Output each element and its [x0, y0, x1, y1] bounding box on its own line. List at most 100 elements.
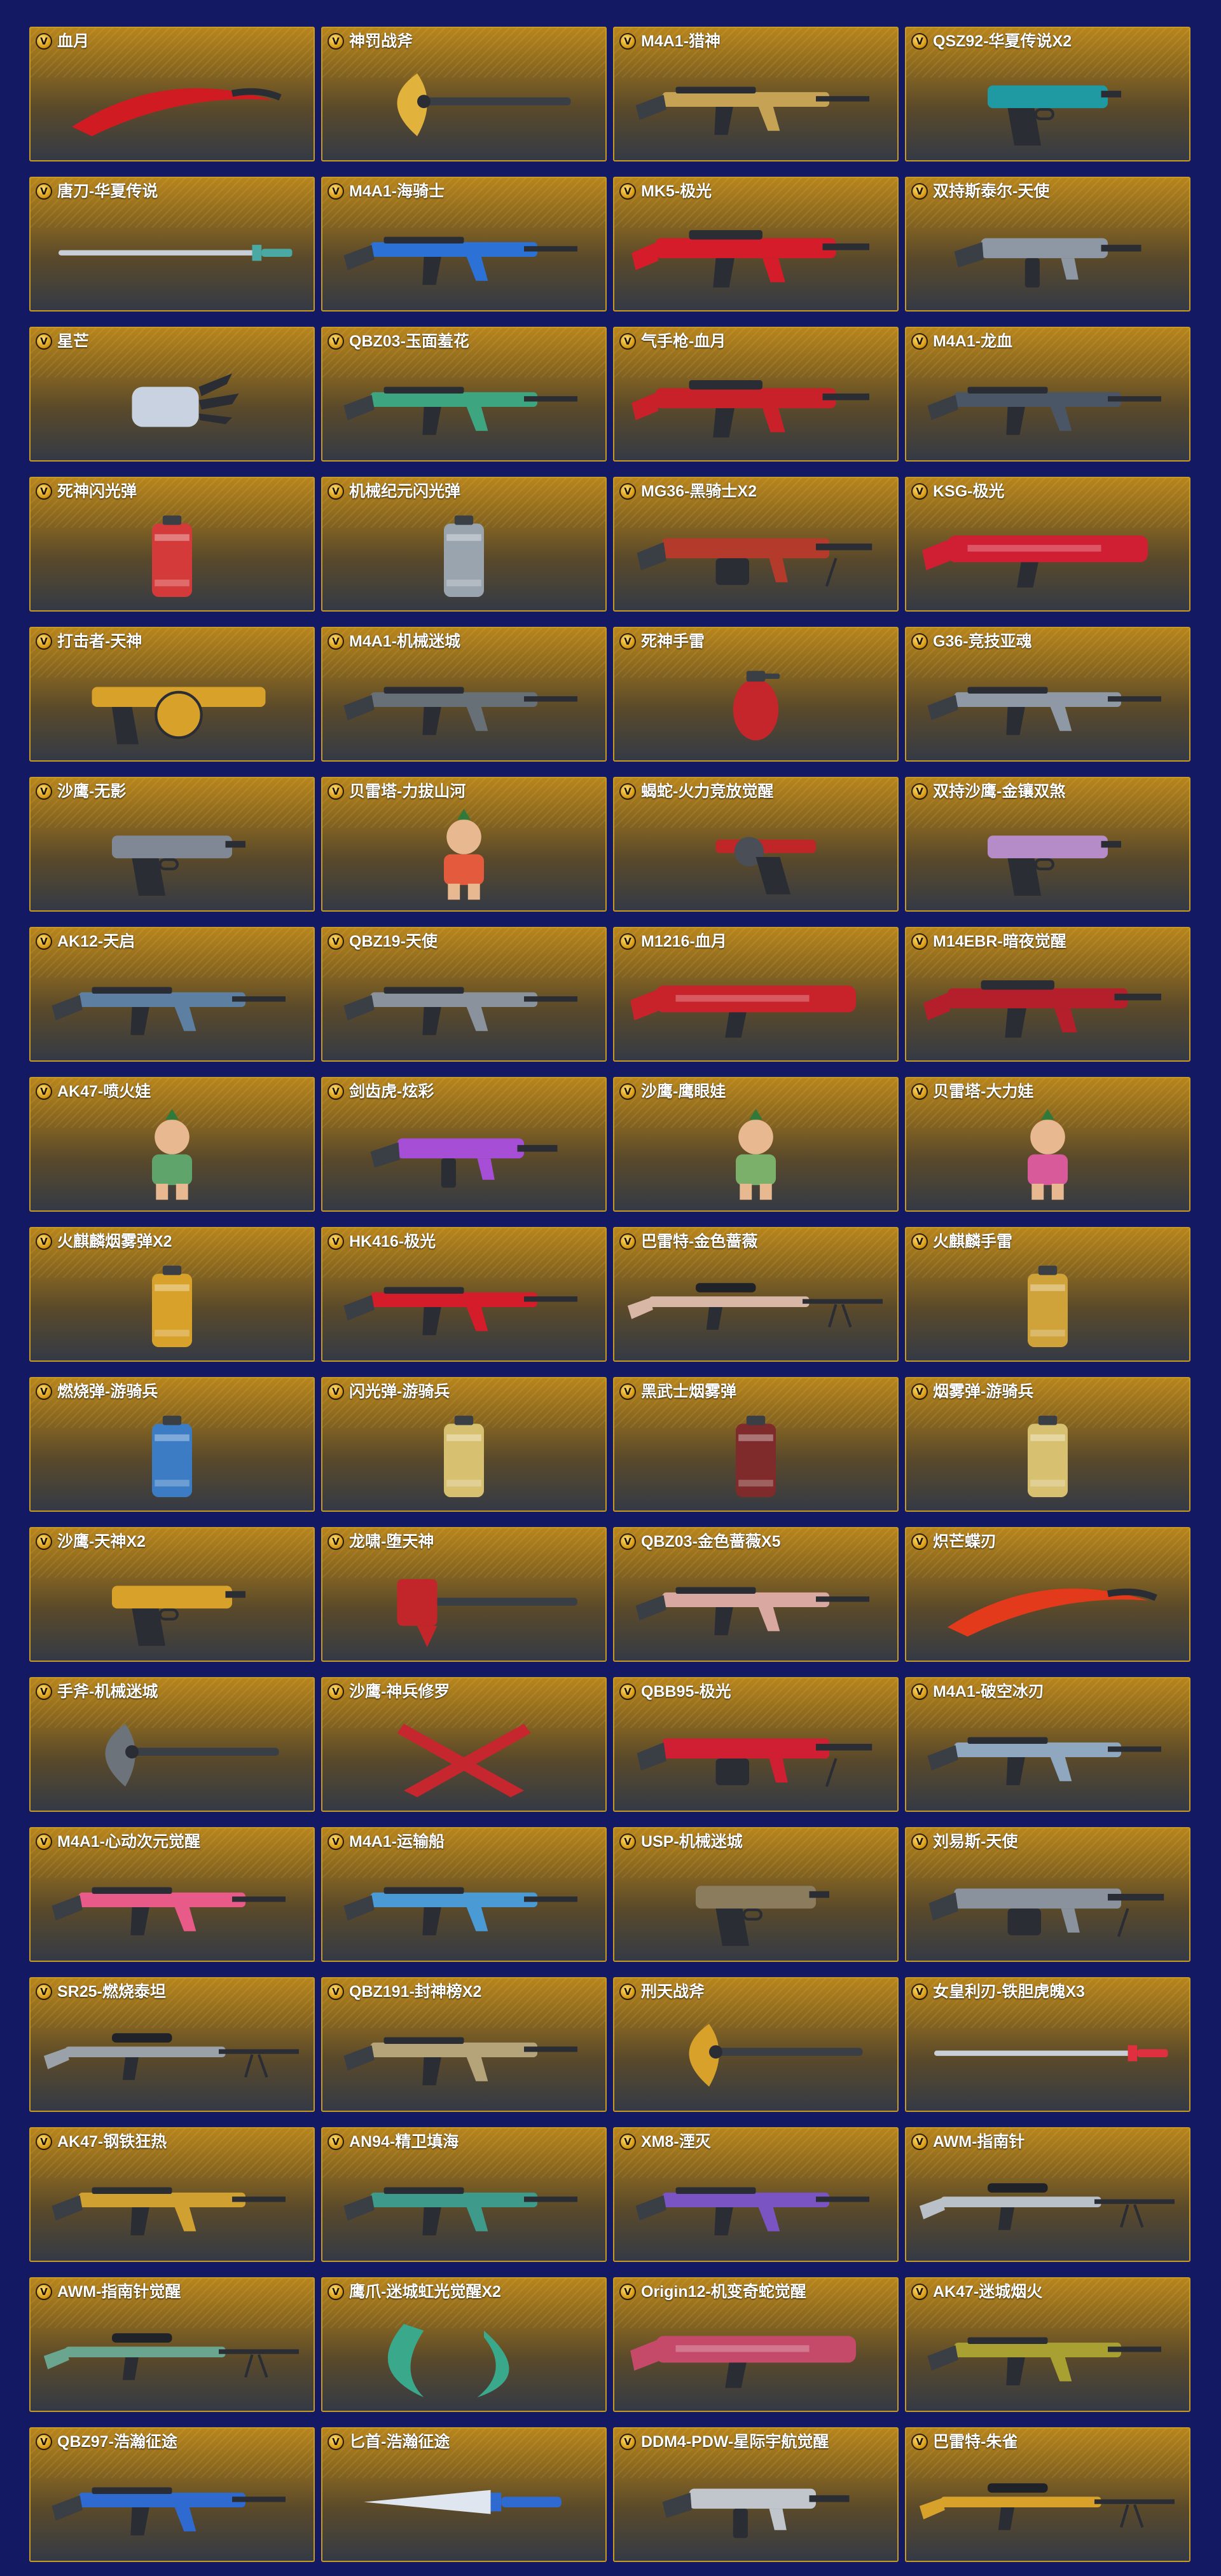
weapon-card[interactable]: V Origin12-机变奇蛇觉醒 [613, 2277, 899, 2412]
weapon-card[interactable]: V AWM-指南针 [905, 2127, 1190, 2262]
weapon-name: AK47-钢铁狂热 [57, 2133, 167, 2151]
weapon-card[interactable]: V 手斧-机械迷城 [29, 1677, 315, 1812]
weapon-card[interactable]: V 双持沙鹰-金镶双煞 [905, 777, 1190, 912]
weapon-card[interactable]: V M1216-血月 [613, 927, 899, 1062]
weapon-card[interactable]: V AK47-喷火娃 [29, 1077, 315, 1212]
drum-shotgun-icon [31, 654, 314, 760]
vip-badge-icon: V [619, 2434, 636, 2450]
weapon-card[interactable]: V 沙鹰-鹰眼娃 [613, 1077, 899, 1212]
weapon-name: 贝雷塔-大力娃 [933, 1083, 1034, 1100]
weapon-name: QSZ92-华夏传说X2 [933, 32, 1072, 50]
weapon-card[interactable]: V 机械纪元闪光弹 [321, 477, 607, 612]
weapon-card[interactable]: V 巴雷特-金色蔷薇 [613, 1227, 899, 1362]
weapon-name: MK5-极光 [641, 182, 712, 200]
vip-badge-icon: V [619, 1983, 636, 2000]
weapon-card[interactable]: V 女皇利刃-铁胆虎魄X3 [905, 1977, 1190, 2112]
smg-icon [614, 2454, 897, 2561]
vip-badge-icon: V [36, 1383, 52, 1400]
weapon-name: 双持沙鹰-金镶双煞 [933, 783, 1066, 800]
weapon-card[interactable]: V QBZ97-浩瀚征途 [29, 2427, 315, 2562]
weapon-card[interactable]: V 沙鹰-无影 [29, 777, 315, 912]
weapon-card[interactable]: V QBZ19-天使 [321, 927, 607, 1062]
weapon-card[interactable]: V 剑齿虎-炫彩 [321, 1077, 607, 1212]
weapon-card[interactable]: V 火麒麟烟雾弹X2 [29, 1227, 315, 1362]
weapon-card[interactable]: V 沙鹰-神兵修罗 [321, 1677, 607, 1812]
grenade-canister-icon [322, 1404, 605, 1511]
weapon-card[interactable]: V 蝎蛇-火力竞放觉醒 [613, 777, 899, 912]
weapon-card[interactable]: V 黑武士烟雾弹 [613, 1377, 899, 1512]
weapon-card[interactable]: V 打击者-天神 [29, 627, 315, 762]
vip-badge-icon: V [36, 333, 52, 350]
weapon-card[interactable]: V 死神手雷 [613, 627, 899, 762]
weapon-card[interactable]: V 炽芒蝶刃 [905, 1527, 1190, 1662]
weapon-card[interactable]: V M4A1-破空冰刃 [905, 1677, 1190, 1812]
weapon-card[interactable]: V 贝雷塔-大力娃 [905, 1077, 1190, 1212]
weapon-card[interactable]: V 闪光弹-游骑兵 [321, 1377, 607, 1512]
weapon-card[interactable]: V 鹰爪-迷城虹光觉醒X2 [321, 2277, 607, 2412]
sniper-rifle-icon [614, 1254, 897, 1360]
weapon-card[interactable]: V XM8-湮灭 [613, 2127, 899, 2262]
weapon-card[interactable]: V 烟雾弹-游骑兵 [905, 1377, 1190, 1512]
assault-rifle-icon [906, 353, 1189, 460]
weapon-card[interactable]: V 火麒麟手雷 [905, 1227, 1190, 1362]
weapon-card[interactable]: V 燃烧弹-游骑兵 [29, 1377, 315, 1512]
sniper-rifle-icon [31, 2304, 314, 2411]
weapon-card[interactable]: V M14EBR-暗夜觉醒 [905, 927, 1190, 1062]
weapon-card[interactable]: V 星芒 [29, 327, 315, 462]
curved-blade-icon [906, 1554, 1189, 1661]
weapon-card[interactable]: V AK12-天启 [29, 927, 315, 1062]
weapon-card[interactable]: V MK5-极光 [613, 177, 899, 312]
weapon-card[interactable]: V AK47-迷城烟火 [905, 2277, 1190, 2412]
weapon-card[interactable]: V 刘易斯-天使 [905, 1827, 1190, 1962]
weapon-card[interactable]: V QSZ92-华夏传说X2 [905, 27, 1190, 161]
card-header: V KSG-极光 [911, 483, 1184, 500]
weapon-card[interactable]: V 贝雷塔-力拔山河 [321, 777, 607, 912]
weapon-card[interactable]: V M4A1-运输船 [321, 1827, 607, 1962]
weapon-card[interactable]: V 神罚战斧 [321, 27, 607, 161]
vip-badge-icon: V [619, 783, 636, 800]
weapon-card[interactable]: V SR25-燃烧泰坦 [29, 1977, 315, 2112]
weapon-card[interactable]: V 双持斯泰尔-天使 [905, 177, 1190, 312]
card-header: V M4A1-猎神 [619, 33, 892, 50]
vip-badge-icon: V [328, 1233, 344, 1250]
weapon-card[interactable]: V 匕首-浩瀚征途 [321, 2427, 607, 2562]
weapon-card[interactable]: V M4A1-猎神 [613, 27, 899, 161]
weapon-card[interactable]: V HK416-极光 [321, 1227, 607, 1362]
weapon-card[interactable]: V 巴雷特-朱雀 [905, 2427, 1190, 2562]
pistol-icon [31, 1554, 314, 1661]
weapon-card[interactable]: V M4A1-机械迷城 [321, 627, 607, 762]
weapon-card[interactable]: V DDM4-PDW-星际宇航觉醒 [613, 2427, 899, 2562]
weapon-name: DDM4-PDW-星际宇航觉醒 [641, 2433, 829, 2451]
weapon-card[interactable]: V 死神闪光弹 [29, 477, 315, 612]
weapon-card[interactable]: V KSG-极光 [905, 477, 1190, 612]
weapon-card[interactable]: V M4A1-海骑士 [321, 177, 607, 312]
weapon-card[interactable]: V M4A1-龙血 [905, 327, 1190, 462]
grenade-canister-icon [31, 1404, 314, 1511]
weapon-card[interactable]: V AN94-精卫填海 [321, 2127, 607, 2262]
card-header: V QBZ19-天使 [328, 933, 600, 950]
weapon-name: 双持斯泰尔-天使 [933, 182, 1050, 200]
weapon-card[interactable]: V 气手枪-血月 [613, 327, 899, 462]
weapon-card[interactable]: V M4A1-心动次元觉醒 [29, 1827, 315, 1962]
weapon-card[interactable]: V USP-机械迷城 [613, 1827, 899, 1962]
weapon-card[interactable]: V AK47-钢铁狂热 [29, 2127, 315, 2262]
weapon-card[interactable]: V QBZ191-封神榜X2 [321, 1977, 607, 2112]
weapon-card[interactable]: V 龙啸-堕天神 [321, 1527, 607, 1662]
weapon-card[interactable]: V 沙鹰-天神X2 [29, 1527, 315, 1662]
vip-badge-icon: V [328, 1983, 344, 2000]
vip-badge-icon: V [911, 333, 928, 350]
card-header: V M4A1-破空冰刃 [911, 1683, 1184, 1700]
weapon-card[interactable]: V QBB95-极光 [613, 1677, 899, 1812]
weapon-card[interactable]: V AWM-指南针觉醒 [29, 2277, 315, 2412]
weapon-card[interactable]: V QBZ03-玉面羞花 [321, 327, 607, 462]
weapon-card[interactable]: V 刑天战斧 [613, 1977, 899, 2112]
weapon-card[interactable]: V MG36-黑骑士X2 [613, 477, 899, 612]
weapon-card[interactable]: V 唐刀-华夏传说 [29, 177, 315, 312]
weapon-card[interactable]: V 血月 [29, 27, 315, 161]
sniper-rifle-icon [906, 2154, 1189, 2261]
weapon-card[interactable]: V QBZ03-金色蔷薇X5 [613, 1527, 899, 1662]
vip-badge-icon: V [619, 183, 636, 200]
weapon-name: 蝎蛇-火力竞放觉醒 [641, 783, 774, 800]
weapon-name: 唐刀-华夏传说 [57, 182, 158, 200]
weapon-card[interactable]: V G36-竞技亚魂 [905, 627, 1190, 762]
